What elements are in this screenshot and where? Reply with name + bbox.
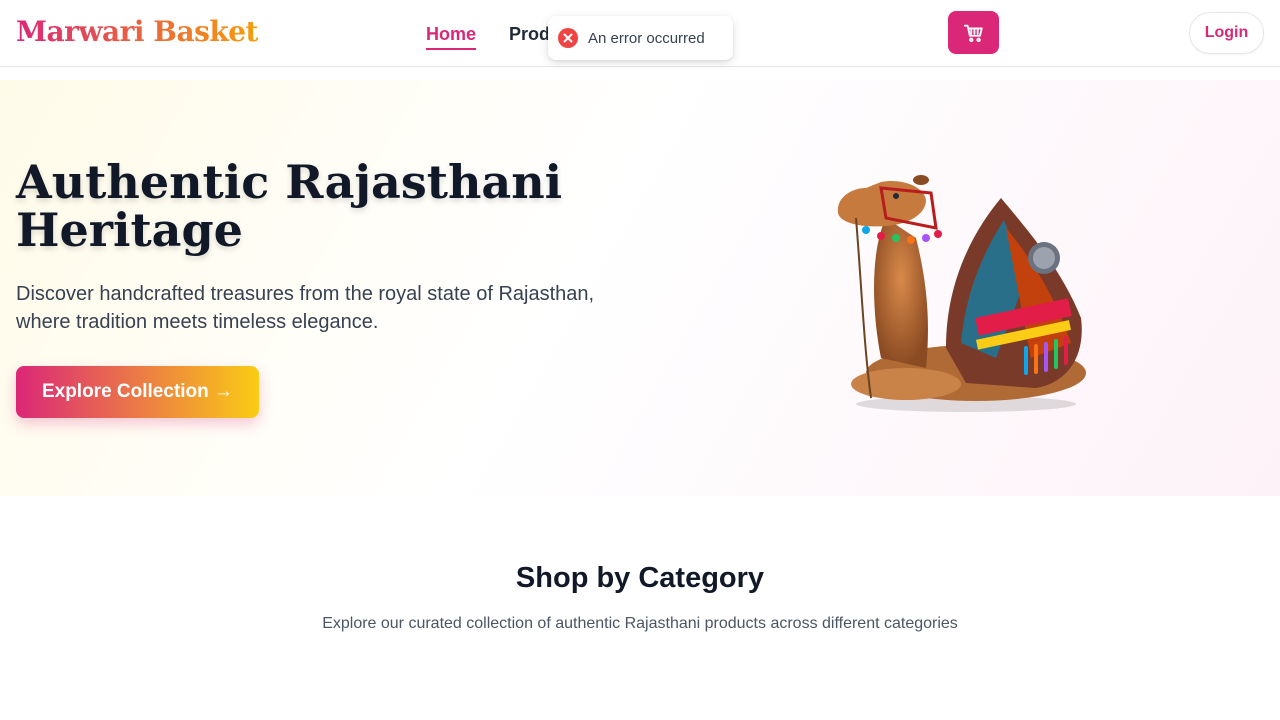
error-icon (558, 28, 578, 48)
hero-title: Authentic Rajasthani Heritage (16, 155, 563, 257)
category-section-title: Shop by Category (515, 562, 765, 594)
toast-message: An error occurred (588, 29, 705, 47)
hero-section: Authentic Rajasthani Heritage Discover h… (0, 80, 1280, 496)
cart-button[interactable] (948, 11, 999, 54)
nav-products[interactable]: Prod (509, 22, 550, 46)
cart-icon (963, 24, 983, 42)
hero-subtitle: Discover handcrafted treasures from the … (16, 283, 595, 333)
error-toast: An error occurred (548, 16, 733, 60)
explore-collection-button[interactable]: Explore Collection → (16, 366, 259, 418)
camel-image (837, 175, 1086, 412)
nav-home[interactable]: Home (426, 22, 477, 50)
category-section-subtitle: Explore our curated collection of authen… (322, 615, 958, 632)
login-button[interactable]: Login (1189, 12, 1264, 54)
